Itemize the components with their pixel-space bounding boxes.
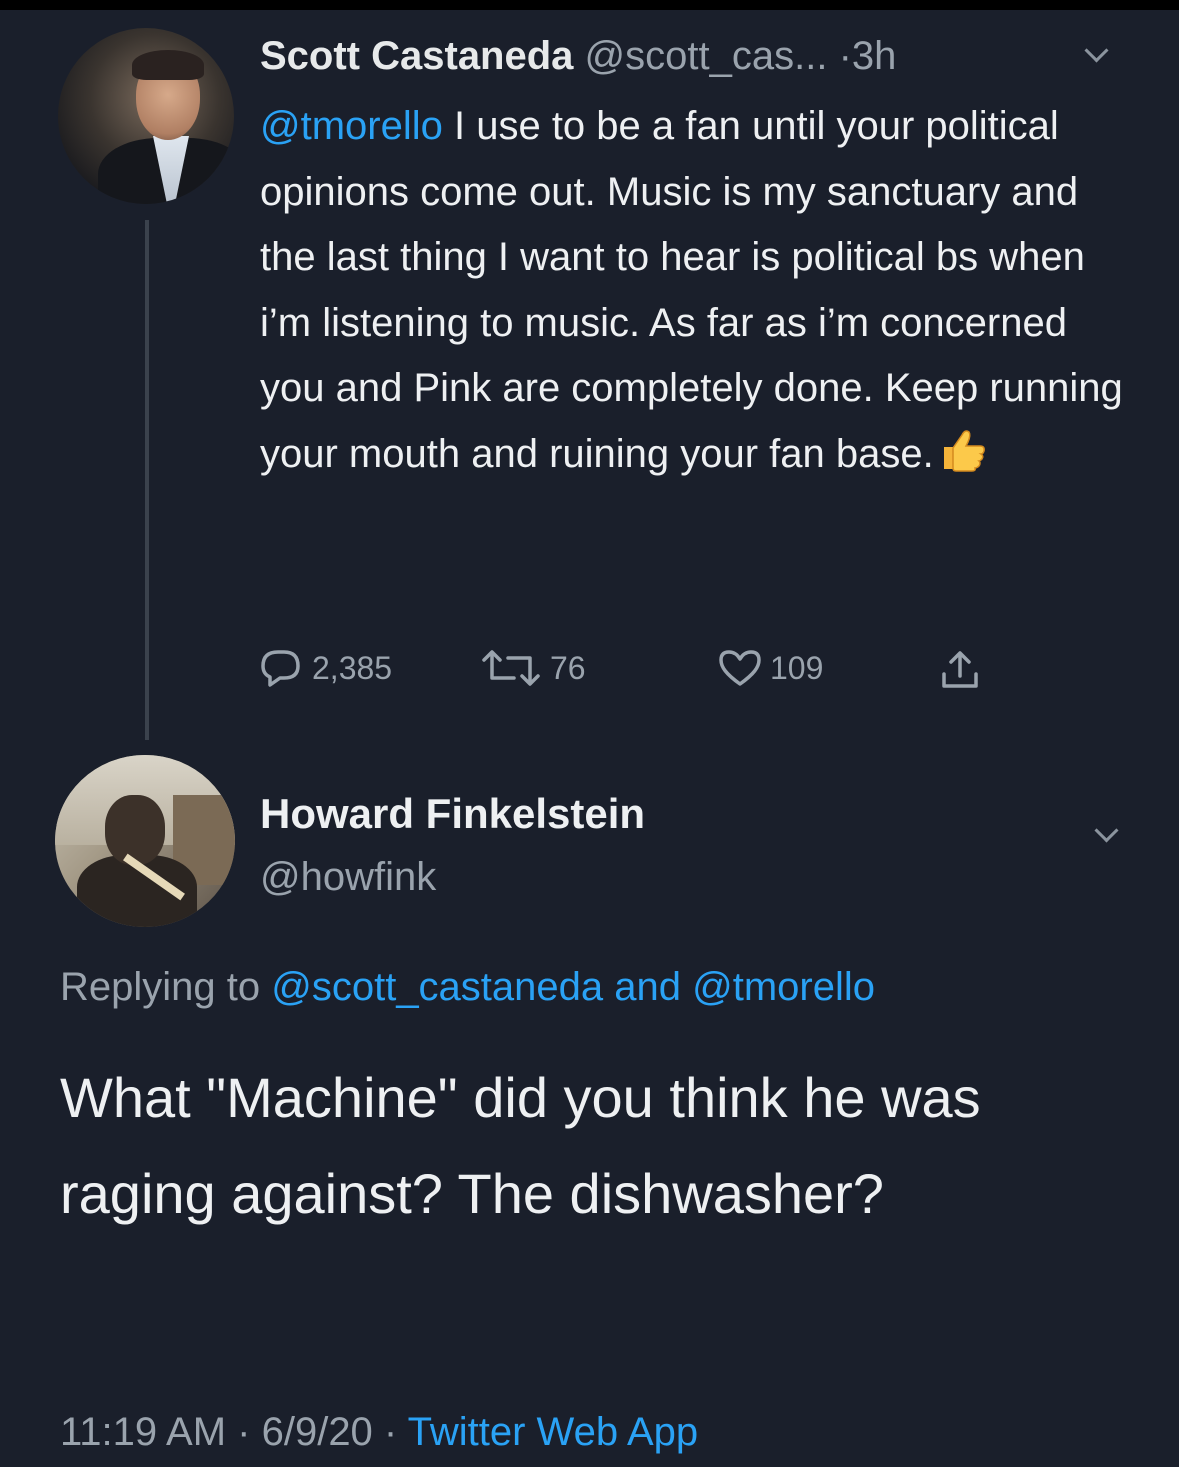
tweet1-action-bar: 2,385 76 109 bbox=[0, 648, 1179, 692]
avatar-hair bbox=[132, 50, 204, 80]
tweet1-more-chevron-icon[interactable] bbox=[1084, 38, 1109, 63]
replying-mention-tmorello[interactable]: @tmorello bbox=[692, 965, 875, 1009]
avatar-scott[interactable] bbox=[58, 28, 234, 204]
tweet2-date[interactable]: 6/9/20 bbox=[262, 1410, 373, 1454]
replying-and: and bbox=[603, 965, 693, 1009]
reply-count: 2,385 bbox=[312, 649, 393, 686]
meta-separator-1: · bbox=[226, 1410, 262, 1454]
tweet1-body-text: I use to be a fan until your political o… bbox=[260, 104, 1123, 476]
tweet2-metadata: 11:19 AM · 6/9/20 · Twitter Web App bbox=[60, 1410, 698, 1455]
tweet2-author-name[interactable]: Howard Finkelstein bbox=[260, 790, 645, 838]
replying-prefix: Replying to bbox=[60, 965, 272, 1009]
tweet2-more-chevron-icon[interactable] bbox=[1094, 818, 1119, 843]
share-button[interactable] bbox=[938, 648, 982, 692]
retweet-count: 76 bbox=[550, 649, 586, 686]
share-icon bbox=[942, 651, 978, 688]
avatar-head bbox=[105, 795, 165, 865]
like-count: 109 bbox=[770, 649, 824, 686]
tweet1-text: @tmorello I use to be a fan until your p… bbox=[260, 94, 1140, 487]
tweet2-time[interactable]: 11:19 AM bbox=[60, 1410, 226, 1454]
tweet2-text: What "Machine" did you think he was ragi… bbox=[60, 1066, 981, 1225]
like-button[interactable]: 109 bbox=[718, 648, 823, 688]
avatar-howard[interactable] bbox=[55, 755, 235, 927]
tweet2-author-handle[interactable]: @howfink bbox=[260, 855, 436, 900]
tweet2-source-link[interactable]: Twitter Web App bbox=[408, 1410, 699, 1454]
thumbs-up-emoji-icon bbox=[938, 427, 988, 473]
replying-to-line: Replying to @scott_castaneda and @tmorel… bbox=[60, 965, 875, 1010]
tweet1-separator: · bbox=[838, 34, 852, 78]
tweet1-header: Scott Castaneda @scott_cas... ·3h bbox=[260, 32, 896, 80]
reply-button[interactable]: 2,385 bbox=[258, 648, 392, 688]
tweet1-timestamp[interactable]: 3h bbox=[852, 34, 897, 78]
tweet1-author-name[interactable]: Scott Castaneda bbox=[260, 34, 573, 78]
tweet1-author-handle[interactable]: @scott_cas... bbox=[585, 34, 828, 78]
replying-mention-scott[interactable]: @scott_castaneda bbox=[271, 965, 603, 1009]
retweet-button[interactable]: 76 bbox=[480, 648, 586, 688]
tweet1-mention-link[interactable]: @tmorello bbox=[260, 104, 443, 148]
retweet-icon bbox=[482, 650, 540, 686]
reply-icon bbox=[261, 650, 300, 687]
tweet-thread: Scott Castaneda @scott_cas... ·3h @tmore… bbox=[0, 0, 1179, 1467]
heart-icon bbox=[719, 650, 761, 686]
meta-separator-2: · bbox=[372, 1410, 408, 1454]
